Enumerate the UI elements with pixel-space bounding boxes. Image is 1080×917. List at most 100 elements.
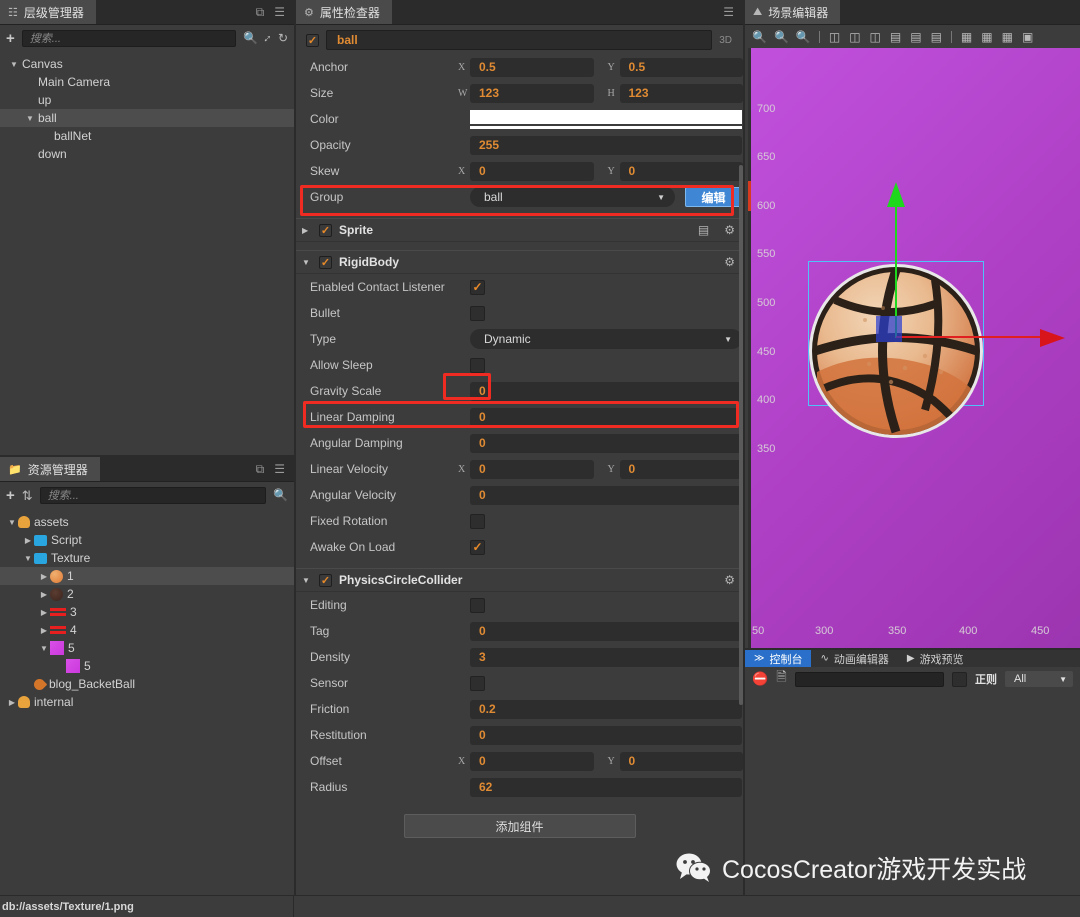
chevron-down-icon[interactable]: ▼ — [6, 518, 18, 527]
align-top-icon[interactable]: ▤ — [886, 31, 905, 43]
asset-node-blog_backetball[interactable]: blog_BacketBall — [0, 675, 294, 693]
prop-angular-velocity-input[interactable]: 0 — [470, 485, 742, 505]
tab-inspector[interactable]: ⚙ 属性检查器 — [296, 0, 393, 24]
hierarchy-node-ballnet[interactable]: ballNet — [0, 127, 294, 145]
prop-restitution-input[interactable]: 0 — [470, 725, 742, 745]
asset-node-script[interactable]: ▶ Script — [0, 531, 294, 549]
prop-tag-input[interactable]: 0 — [470, 621, 742, 641]
prop-color-swatch[interactable] — [470, 109, 742, 129]
regex-checkbox[interactable] — [952, 671, 967, 687]
chevron-right-icon[interactable]: ▶ — [38, 590, 50, 599]
node-name-input[interactable]: ball — [326, 30, 713, 50]
hierarchy-search-input[interactable]: 搜索... — [21, 29, 236, 47]
align-left-icon[interactable]: ◫ — [825, 31, 844, 43]
asset-node-2[interactable]: ▶ 2 — [0, 585, 294, 603]
prop-anchor-x-input[interactable]: 0.5 — [470, 57, 594, 77]
chevron-down-icon[interactable]: ▼ — [24, 114, 36, 123]
prop-allow-sleep-checkbox[interactable] — [470, 357, 485, 373]
chevron-down-icon[interactable]: ▼ — [302, 576, 312, 585]
prop-offset-x-input[interactable]: 0 — [470, 751, 594, 771]
prop-linear-velocity-x-input[interactable]: 0 — [470, 459, 594, 479]
prop-linear-velocity-y-input[interactable]: 0 — [619, 459, 743, 479]
prop-radius-input[interactable]: 62 — [470, 777, 742, 797]
hierarchy-node-main-camera[interactable]: Main Camera — [0, 73, 294, 91]
chevron-right-icon[interactable]: ▶ — [38, 572, 50, 581]
inspector-scrollbar[interactable] — [739, 165, 743, 705]
asset-node-assets[interactable]: ▼ assets — [0, 513, 294, 531]
search-icon[interactable]: 🔍 — [243, 32, 258, 44]
prop-editing-checkbox[interactable] — [470, 597, 485, 613]
chevron-down-icon[interactable]: ▼ — [8, 60, 20, 69]
component-header-sprite[interactable]: ▶ ✓ Sprite ▤ ⚙ — [296, 218, 743, 242]
chevron-right-icon[interactable]: ▶ — [22, 536, 34, 545]
gizmo-x-axis[interactable] — [896, 336, 1044, 338]
hierarchy-node-down[interactable]: down — [0, 145, 294, 163]
gizmo-x-arrow[interactable] — [1040, 328, 1066, 348]
prop-group-select[interactable]: ball ▼ — [470, 187, 675, 207]
sort-icon[interactable]: ⇅ — [22, 489, 33, 502]
distribute-h-icon[interactable]: ▦ — [957, 31, 976, 43]
log-level-select[interactable]: All ▼ — [1005, 671, 1073, 687]
scene-canvas[interactable]: 700 650 600 550 500 450 400 350 50 300 350 400 450 — [748, 48, 1080, 648]
distribute-even-icon[interactable]: ▦ — [998, 31, 1017, 43]
prop-friction-input[interactable]: 0.2 — [470, 699, 742, 719]
3d-badge[interactable]: 3D — [719, 35, 735, 46]
prop-size-y-input[interactable]: 123 — [619, 83, 743, 103]
asset-node-4[interactable]: ▶ 4 — [0, 621, 294, 639]
prop-group-edit-button[interactable]: 编辑 — [685, 187, 742, 207]
component-enabled-checkbox[interactable]: ✓ — [319, 255, 332, 269]
search-icon[interactable]: 🔍 — [273, 489, 288, 501]
hamburger-icon[interactable]: ☰ — [274, 6, 285, 18]
plus-icon[interactable]: + — [6, 488, 15, 503]
prop-type-select[interactable]: Dynamic ▼ — [470, 329, 742, 349]
component-enabled-checkbox[interactable]: ✓ — [319, 573, 332, 587]
chevron-down-icon[interactable]: ▼ — [38, 644, 50, 653]
hamburger-icon[interactable]: ☰ — [274, 463, 285, 475]
prop-gravity-scale-input[interactable]: 0 — [470, 381, 742, 401]
refresh-icon[interactable]: ↻ — [278, 32, 288, 44]
asset-node-internal[interactable]: ▶ internal — [0, 693, 294, 711]
prop-enabled-contact-listener-checkbox[interactable]: ✓ — [470, 279, 485, 295]
prop-offset-y-input[interactable]: 0 — [619, 751, 743, 771]
chevron-down-icon[interactable]: ▼ — [22, 554, 34, 563]
add-component-button[interactable]: 添加组件 — [403, 814, 636, 838]
hamburger-icon[interactable]: ☰ — [723, 6, 734, 18]
expand-icon[interactable]: ↕ — [261, 31, 275, 45]
prop-anchor-y-input[interactable]: 0.5 — [619, 57, 743, 77]
plus-icon[interactable]: + — [6, 31, 15, 46]
prop-linear-damping-input[interactable]: 0 — [470, 407, 742, 427]
console-tab-0[interactable]: ≫ 控制台 — [745, 650, 812, 667]
hierarchy-node-canvas[interactable]: ▼ Canvas — [0, 55, 294, 73]
prop-sensor-checkbox[interactable] — [470, 675, 485, 691]
prop-skew-y-input[interactable]: 0 — [619, 161, 743, 181]
hierarchy-node-ball[interactable]: ▼ ball — [0, 109, 294, 127]
chevron-right-icon[interactable]: ▶ — [38, 608, 50, 617]
node-enabled-checkbox[interactable]: ✓ — [306, 33, 319, 47]
gear-icon[interactable]: ⚙ — [724, 223, 735, 237]
popout-icon[interactable]: ⧉ — [256, 6, 265, 18]
gear-icon[interactable]: ⚙ — [724, 255, 735, 269]
zoom-out-icon[interactable]: 🔍 — [771, 31, 792, 43]
asset-node-5[interactable]: 5 — [0, 657, 294, 675]
align-middle-v-icon[interactable]: ▤ — [906, 31, 925, 43]
help-icon[interactable]: ▤ — [698, 223, 709, 237]
gear-icon[interactable]: ⚙ — [724, 573, 735, 587]
hierarchy-node-up[interactable]: up — [0, 91, 294, 109]
component-header-physicscirclecollider[interactable]: ▼ ✓ PhysicsCircleCollider ⚙ — [296, 568, 743, 592]
tab-hierarchy[interactable]: ☷ 层级管理器 — [0, 0, 97, 24]
console-filter-input[interactable] — [794, 671, 944, 687]
distribute-v-icon[interactable]: ▦ — [977, 31, 996, 43]
clear-icon[interactable]: ⛔ — [752, 671, 768, 687]
component-enabled-checkbox[interactable]: ✓ — [319, 223, 332, 237]
console-tab-2[interactable]: ▶ 游戏预览 — [898, 650, 973, 667]
component-header-rigidbody[interactable]: ▼ ✓ RigidBody ⚙ — [296, 250, 743, 274]
gizmo-y-arrow[interactable] — [886, 182, 906, 208]
chevron-down-icon[interactable]: ▼ — [302, 258, 312, 267]
prop-angular-damping-input[interactable]: 0 — [470, 433, 742, 453]
console-tab-1[interactable]: ∿ 动画编辑器 — [811, 650, 897, 667]
prop-opacity-input[interactable]: 255 — [470, 135, 742, 155]
zoom-fit-icon[interactable]: 🔍 — [793, 31, 814, 43]
gizmo-center-handle[interactable] — [876, 316, 902, 342]
assets-search-input[interactable]: 搜索... — [39, 486, 267, 504]
chevron-right-icon[interactable]: ▶ — [6, 698, 18, 707]
